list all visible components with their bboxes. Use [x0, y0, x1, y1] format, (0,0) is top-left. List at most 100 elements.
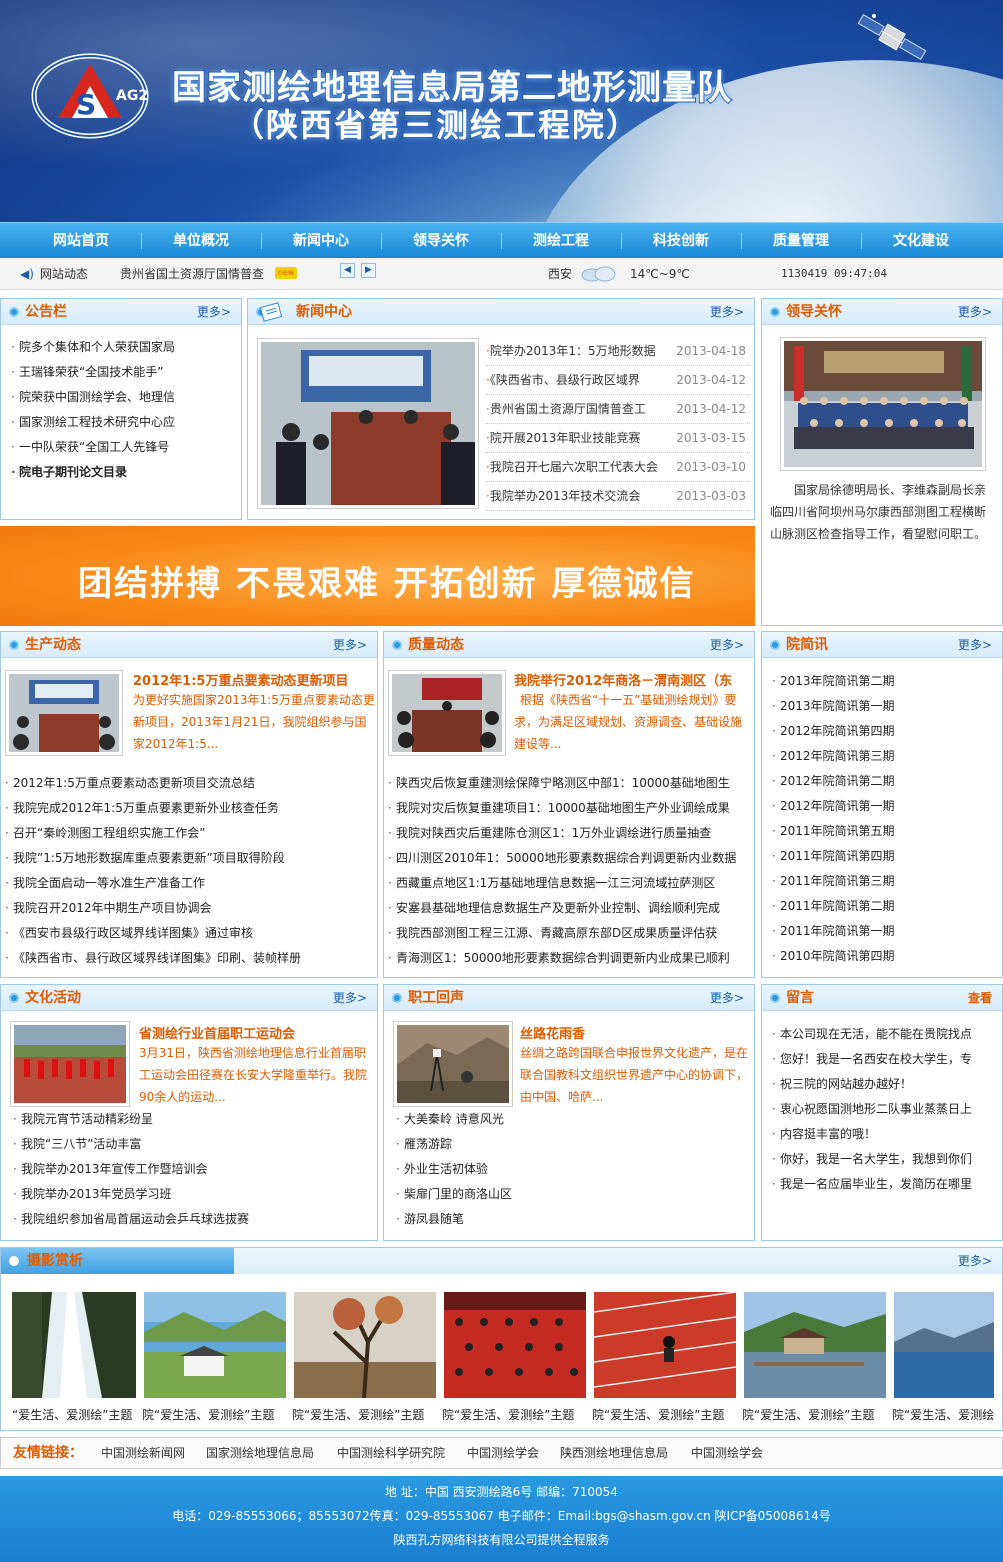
- list-item[interactable]: 2011年院简讯第四期: [770, 844, 996, 869]
- nav-news[interactable]: 新闻中心: [261, 223, 381, 259]
- friend-link[interactable]: 陕西测绘地理信息局: [560, 1438, 668, 1468]
- list-item[interactable]: 2013年院简讯第一期: [770, 694, 996, 719]
- production-feature-title[interactable]: 2012年1:5万重点要素动态更新项目: [133, 670, 373, 689]
- list-item[interactable]: 柴扉门里的商洛山区: [394, 1182, 748, 1207]
- list-item[interactable]: 2011年院简讯第五期: [770, 819, 996, 844]
- list-item[interactable]: 我院举办2013年宣传工作暨培训会: [11, 1157, 371, 1182]
- friend-link[interactable]: 中国测绘科学研究院: [337, 1438, 445, 1468]
- list-item[interactable]: 我院元宵节活动精彩纷呈: [11, 1107, 371, 1132]
- nav-engineering[interactable]: 测绘工程: [501, 223, 621, 259]
- list-item[interactable]: 我院”1:5万地形数据库重点要素更新”项目取得阶段: [3, 846, 375, 871]
- news-row[interactable]: ·院举办2013年1：5万地形数据 2013-04-18: [486, 337, 750, 366]
- list-item[interactable]: 2012年1:5万重点要素动态更新项目交流总结: [3, 771, 375, 796]
- staff-feature-title[interactable]: 丝路花雨香: [520, 1023, 750, 1042]
- list-item[interactable]: 青海测区1：50000地形要素数据综合判调更新内业成果已顺利: [386, 946, 752, 971]
- list-item[interactable]: 衷心祝愿国测地形二队事业蒸蒸日上: [770, 1097, 996, 1122]
- list-item[interactable]: 我是一名应届毕业生，发简历在哪里: [770, 1172, 996, 1197]
- gallery-photo-waterfall[interactable]: [12, 1292, 136, 1398]
- list-item[interactable]: 我院对陕西灾后重建陈仓测区1：1万外业调绘进行质量抽查: [386, 821, 752, 846]
- news-row[interactable]: ·《陕西省市、县级行政区域界 2013-04-12: [486, 366, 750, 395]
- list-item[interactable]: 《陕西省市、县行政区域界线详图集》印刷、装帧样册: [3, 946, 375, 971]
- list-item[interactable]: 我院西部测图工程三江源、青藏高原东部D区成果质量评估获: [386, 921, 752, 946]
- list-item[interactable]: 西藏重点地区1:1万基础地理信息数据一江三河流域拉萨测区: [386, 871, 752, 896]
- list-item[interactable]: 我院“三八节”活动丰富: [11, 1132, 371, 1157]
- list-item[interactable]: 外业生活初体验: [394, 1157, 748, 1182]
- list-item[interactable]: 我院举办2013年党员学习班: [11, 1182, 371, 1207]
- list-item[interactable]: 一中队荣获“全国工人先锋号: [9, 435, 235, 460]
- list-item[interactable]: 我院召开2012年中期生产项目协调会: [3, 896, 375, 921]
- list-item[interactable]: 我院完成2012年1:5万重点要素更新外业核查任务: [3, 796, 375, 821]
- list-item[interactable]: 内容挺丰富的哦！: [770, 1122, 996, 1147]
- notice-more-link[interactable]: 更多>: [197, 299, 231, 325]
- nav-culture[interactable]: 文化建设: [861, 223, 981, 259]
- nav-leadership[interactable]: 领导关怀: [381, 223, 501, 259]
- list-item[interactable]: 院荣获中国测绘学会、地理信: [9, 385, 235, 410]
- culture-photo[interactable]: [10, 1021, 130, 1107]
- gallery-photo-tree[interactable]: [294, 1292, 436, 1398]
- list-item[interactable]: 2012年院简讯第二期: [770, 769, 996, 794]
- production-photo[interactable]: [5, 670, 123, 756]
- culture-more-link[interactable]: 更多>: [333, 985, 367, 1011]
- list-item[interactable]: 安塞县基础地理信息数据生产及更新外业控制、调绘顺利完成: [386, 896, 752, 921]
- quality-photo[interactable]: [388, 670, 506, 756]
- list-item[interactable]: 四川测区2010年1：50000地形要素数据综合判调更新内业数据: [386, 846, 752, 871]
- list-item[interactable]: 我院组织参加省局首届运动会乒乓球选拔赛: [11, 1207, 371, 1232]
- production-more-link[interactable]: 更多>: [333, 632, 367, 658]
- list-item[interactable]: 2011年院简讯第三期: [770, 869, 996, 894]
- news-row[interactable]: ·我院举办2013年技术交流会 2013-03-03: [486, 482, 750, 511]
- gallery-caption[interactable]: “爱生活、爱测绘”主题: [12, 1406, 136, 1423]
- gallery-caption[interactable]: 院“爱生活、爱测绘”主题: [292, 1406, 440, 1423]
- list-item[interactable]: 2012年院简讯第四期: [770, 719, 996, 744]
- list-item[interactable]: 召开“秦岭测图工程组织实施工作会”: [3, 821, 375, 846]
- institute-logo[interactable]: S AG2: [30, 48, 155, 143]
- gallery-photo-bridge[interactable]: [744, 1292, 886, 1398]
- gallery-photo-lake[interactable]: [894, 1292, 994, 1398]
- message-view-link[interactable]: 查看: [968, 985, 992, 1011]
- quality-feature-title[interactable]: 我院举行2012年商洛－渭南测区（东: [514, 670, 750, 689]
- list-item[interactable]: 您好！我是一名西安在校大学生，专: [770, 1047, 996, 1072]
- list-item[interactable]: 大美秦岭 诗意风光: [394, 1107, 748, 1132]
- gallery-caption[interactable]: 院“爱生活、爱测绘”主题: [592, 1406, 740, 1423]
- list-item[interactable]: 2012年院简讯第三期: [770, 744, 996, 769]
- gallery-photo-performance[interactable]: [444, 1292, 586, 1398]
- list-item[interactable]: 院多个集体和个人荣获国家局: [9, 335, 235, 360]
- news-row[interactable]: ·院开展2013年职业技能竞赛 2013-03-15: [486, 424, 750, 453]
- list-item[interactable]: 院电子期刊论文目录: [9, 460, 235, 485]
- quality-more-link[interactable]: 更多>: [710, 632, 744, 658]
- list-item[interactable]: 2012年院简讯第一期: [770, 794, 996, 819]
- ticker-prev-button[interactable]: ◀: [340, 263, 355, 278]
- list-item[interactable]: 2013年院简讯第二期: [770, 669, 996, 694]
- list-item[interactable]: 2010年院简讯第四期: [770, 944, 996, 969]
- list-item[interactable]: 我院对灾后恢复重建项目1：10000基础地图生产外业调绘成果: [386, 796, 752, 821]
- gallery-caption[interactable]: 院“爱生活、爱测绘”主题: [742, 1406, 890, 1423]
- news-row[interactable]: ·我院召开七届六次职工代表大会 2013-03-10: [486, 453, 750, 482]
- list-item[interactable]: 游凤县随笔: [394, 1207, 748, 1232]
- news-photo[interactable]: [257, 338, 479, 509]
- friend-link[interactable]: 中国测绘学会: [691, 1438, 763, 1468]
- nav-about[interactable]: 单位概况: [141, 223, 261, 259]
- list-item[interactable]: 2011年院简讯第一期: [770, 919, 996, 944]
- list-item[interactable]: 《西安市县级行政区域界线详图集》通过审核: [3, 921, 375, 946]
- staff-photo[interactable]: [393, 1021, 513, 1107]
- staff-more-link[interactable]: 更多>: [710, 985, 744, 1011]
- gallery-caption[interactable]: 院“爱生活、爱测绘”主题: [442, 1406, 590, 1423]
- list-item[interactable]: 本公司现在无活，能不能在贵院找点: [770, 1022, 996, 1047]
- leadership-more-link[interactable]: 更多>: [958, 299, 992, 325]
- list-item[interactable]: 祝三院的网站越办越好！: [770, 1072, 996, 1097]
- friend-link[interactable]: 国家测绘地理信息局: [206, 1438, 314, 1468]
- list-item[interactable]: 2011年院简讯第二期: [770, 894, 996, 919]
- list-item[interactable]: 国家测绘工程技术研究中心应: [9, 410, 235, 435]
- news-row[interactable]: ·贵州省国土资源厅国情普查工 2013-04-12: [486, 395, 750, 424]
- gallery-more-link[interactable]: 更多>: [958, 1248, 992, 1274]
- friend-link[interactable]: 中国测绘新闻网: [101, 1438, 185, 1468]
- ticker-next-button[interactable]: ▶: [361, 263, 376, 278]
- gallery-caption[interactable]: 院“爱生活、爱测绘: [892, 1406, 1000, 1423]
- leadership-photo[interactable]: [780, 337, 986, 471]
- culture-feature-title[interactable]: 省测绘行业首届职工运动会: [139, 1023, 375, 1042]
- news-more-link[interactable]: 更多>: [710, 299, 744, 325]
- list-item[interactable]: 雁荡游踪: [394, 1132, 748, 1157]
- list-item[interactable]: 王瑞锋荣获“全国技术能手”: [9, 360, 235, 385]
- list-item[interactable]: 我院全面启动一等水准生产准备工作: [3, 871, 375, 896]
- gallery-photo-village[interactable]: [144, 1292, 286, 1398]
- friend-link[interactable]: 中国测绘学会: [467, 1438, 539, 1468]
